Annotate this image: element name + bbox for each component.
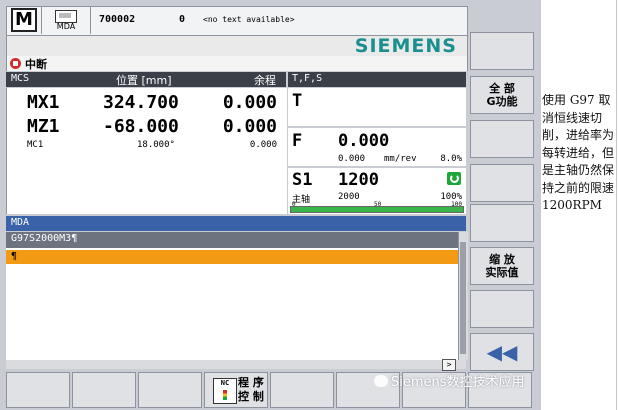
program-control-softkey[interactable]: NC 程 序 控 制	[204, 372, 268, 408]
coord-header: MCS 位置 [mm] 余程	[6, 72, 286, 87]
feed-panel: F 0.000 0.000 mm/rev 8.0%	[288, 128, 466, 166]
tool-panel: T	[288, 88, 466, 126]
axis-name-mx1: MX1	[27, 92, 60, 113]
mda-label: MDA	[56, 22, 76, 31]
table-divider	[540, 0, 541, 410]
feed-unit: mm/rev	[384, 154, 417, 164]
softkey-all-g-line2: G功能	[486, 95, 518, 108]
hmi-screen: M MDA 700002 0 <no text available> SIEME…	[0, 0, 540, 410]
feed-label: F	[292, 131, 303, 151]
stop-icon	[10, 58, 21, 69]
axis-pos-mc1: 18.000°	[137, 140, 175, 150]
coordinate-panel: MX1 324.700 0.000 MZ1 -68.000 0.000 MC1 …	[6, 88, 287, 214]
mcs-label: MCS	[11, 73, 30, 84]
explanation-caption: 使用 G97 取消恒线速切削，进给率为每转进给，但是主轴仍然保持之前的限速 12…	[542, 93, 615, 212]
mda-program-line[interactable]: G97S2000M3¶	[6, 232, 458, 248]
editor-cursor-line-text: ¶	[11, 251, 18, 262]
axis-name-mz1: MZ1	[27, 116, 60, 137]
alarm-message: <no text available>	[203, 15, 295, 24]
hsoftkey-3[interactable]	[138, 372, 202, 408]
program-control-line2: 控 制	[238, 390, 264, 403]
mda-title: MDA	[11, 217, 30, 228]
editor-horizontal-scrollbar[interactable]: >	[6, 359, 466, 371]
softkey-all-g-line1: 全 部	[489, 82, 515, 95]
softkey-zoom-actual-values[interactable]: 缩 放 实际值	[470, 247, 534, 285]
header-bar: M MDA 700002 0 <no text available>	[6, 6, 468, 36]
spindle-label: S1	[292, 170, 313, 190]
back-softkey[interactable]: ◀◀	[470, 333, 534, 371]
softkey-5[interactable]	[470, 204, 534, 242]
watermark-text: Siemens数控技术应用	[391, 375, 525, 390]
spindle-load-fill	[291, 207, 463, 212]
hsoftkey-2[interactable]	[72, 372, 136, 408]
softkey-1[interactable]	[470, 32, 534, 70]
softkey-4[interactable]	[470, 164, 534, 202]
softkey-3[interactable]	[470, 120, 534, 158]
nc-program-icon: NC	[213, 378, 237, 404]
channel-number: 0	[179, 14, 186, 25]
wechat-icon	[374, 375, 388, 387]
softkey-all-g-functions[interactable]: 全 部 G功能	[470, 76, 534, 114]
editor-current-line[interactable]: ¶	[6, 250, 458, 264]
siemens-logo: SIEMENS	[354, 35, 457, 57]
machine-mode-icon[interactable]: M	[11, 8, 37, 32]
tfs-header: T,F,S	[288, 72, 466, 87]
scroll-right-button[interactable]: >	[442, 359, 456, 371]
axis-dist-mc1: 0.000	[249, 140, 277, 150]
nc-icon-text: NC	[220, 379, 230, 387]
spindle-limit: 2000	[338, 192, 360, 202]
spindle-panel: S1 1200 主轴 2000 100% 0 50 100	[288, 168, 466, 214]
table-border	[616, 0, 617, 410]
hsoftkey-1[interactable]	[6, 372, 70, 408]
status-text: 中断	[25, 58, 47, 71]
hsoftkey-5[interactable]	[270, 372, 334, 408]
program-control-label: 程 序 控 制	[238, 376, 264, 404]
axis-pos-mz1: -68.000	[103, 116, 179, 137]
scrollbar-thumb[interactable]	[460, 242, 466, 354]
program-control-line1: 程 序	[238, 376, 264, 389]
distance-header: 余程	[254, 74, 276, 87]
position-header: 位置 [mm]	[116, 74, 172, 87]
axis-dist-mx1: 0.000	[222, 92, 277, 113]
softkey-zoom-line2: 实际值	[485, 266, 519, 279]
mda-mode-indicator[interactable]: MDA	[41, 7, 91, 34]
softkey-zoom-line1: 缩 放	[489, 253, 515, 266]
program-status: 中断	[6, 56, 468, 71]
traffic-light-icon	[223, 390, 227, 400]
feed-value: 0.000	[338, 131, 390, 151]
editor-vertical-scrollbar[interactable]	[458, 232, 468, 360]
spindle-load-bar	[290, 206, 464, 213]
spindle-speed: 1200	[338, 170, 379, 190]
feed-override: 8.0%	[440, 154, 462, 164]
feed-sub: 0.000	[338, 154, 366, 164]
mda-program-text: G97S2000M3¶	[11, 233, 78, 244]
program-number: 700002	[99, 14, 136, 25]
tool-label: T	[292, 91, 303, 111]
spindle-rotate-icon	[447, 172, 461, 185]
softkey-7[interactable]	[470, 290, 534, 328]
axis-pos-mx1: 324.700	[103, 92, 179, 113]
tfs-label: T,F,S	[292, 73, 323, 84]
watermark: Siemens数控技术应用	[374, 371, 525, 390]
axis-dist-mz1: 0.000	[222, 116, 277, 137]
axis-name-mc1: MC1	[27, 140, 44, 150]
brand-row: SIEMENS	[6, 35, 468, 57]
mda-header: MDA	[6, 216, 466, 231]
mda-editor[interactable]: ¶	[6, 248, 458, 360]
